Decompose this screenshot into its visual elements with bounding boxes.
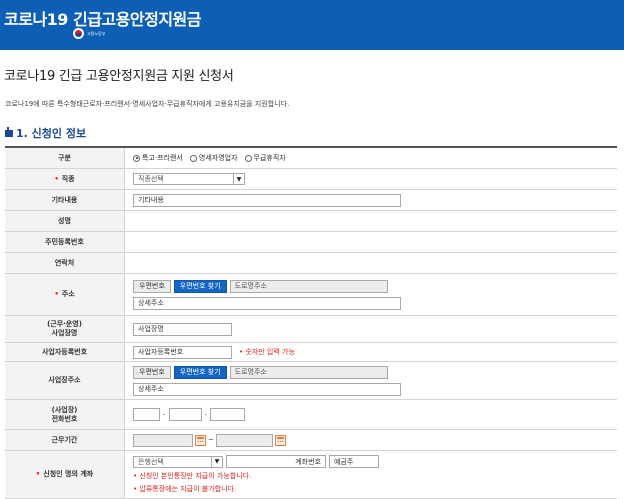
type-radio-group: 특고·프리랜서 영세자영업자 무급휴직자 bbox=[133, 153, 609, 163]
account-label: • 신청인 명의 계좌 bbox=[5, 451, 125, 498]
phone-part1-input[interactable] bbox=[133, 408, 160, 421]
section-title: 1. 신청인 정보 bbox=[16, 127, 87, 140]
type-radio-self-employed[interactable]: 영세자영업자 bbox=[189, 153, 238, 163]
ministry-logo: 고용노동부 bbox=[73, 28, 105, 39]
workplace-name-label: (근무·운영) 사업장명 bbox=[5, 316, 125, 342]
top-banner: 코로나19 긴급고용안정지원금 고용노동부 bbox=[0, 0, 624, 50]
name-label: 성명 bbox=[5, 211, 125, 231]
work-period-start-input[interactable] bbox=[133, 433, 193, 447]
radio-unchecked-icon bbox=[244, 154, 252, 162]
other-input[interactable]: 기타내용 bbox=[133, 193, 401, 207]
workplace-find-postcode-button[interactable]: 우편번호 찾기 bbox=[173, 365, 227, 379]
row-workplace-name: (근무·운영) 사업장명 사업장명 bbox=[5, 316, 617, 343]
type-radio-unpaid-leave[interactable]: 무급휴직자 bbox=[244, 153, 286, 163]
account-number-input[interactable]: 계좌번호 bbox=[226, 455, 326, 468]
banner-title: 코로나19 긴급고용안정지원금 bbox=[4, 10, 201, 29]
row-rrn: 주민등록번호 bbox=[5, 232, 617, 253]
row-work-period: 근무기간 ~ bbox=[5, 430, 617, 451]
address-find-postcode-button[interactable]: 우편번호 찾기 bbox=[173, 279, 227, 293]
address-postcode-field[interactable]: 우편번호 bbox=[133, 279, 171, 293]
other-label: 기타내용 bbox=[5, 190, 125, 210]
row-name: 성명 bbox=[5, 211, 617, 232]
ministry-name: 고용노동부 bbox=[87, 30, 106, 36]
workplace-phone-label: (사업장) 전화번호 bbox=[5, 400, 125, 429]
biz-number-label: 사업자등록번호 bbox=[5, 343, 125, 361]
account-holder-input[interactable]: 예금주 bbox=[329, 455, 379, 468]
bank-select[interactable]: 은행선택 ▼ bbox=[133, 455, 223, 468]
type-radio-freelancer[interactable]: 특고·프리랜서 bbox=[133, 153, 183, 163]
row-biz-number: 사업자등록번호 사업자등록번호 • 숫자만 입력 가능 bbox=[5, 343, 617, 362]
workplace-detail-input[interactable]: 상세주소 bbox=[133, 382, 401, 396]
workplace-road-field[interactable]: 도로명주소 bbox=[229, 365, 388, 379]
taegeuk-emblem-icon bbox=[73, 28, 84, 39]
chevron-down-icon: ▼ bbox=[211, 456, 222, 467]
section-heading: 1. 신청인 정보 bbox=[5, 125, 86, 141]
row-address: • 주소 우편번호 우편번호 찾기 도로명주소 상세주소 bbox=[5, 274, 617, 316]
work-period-label: 근무기간 bbox=[5, 430, 125, 450]
row-account: • 신청인 명의 계좌 은행선택 ▼ 계좌번호 예금주 • 신청인 본인통장만 지… bbox=[5, 451, 617, 499]
account-notice-own: • 신청인 본인통장만 지급이 가능합니다. bbox=[133, 472, 252, 480]
workplace-postcode-field[interactable]: 우편번호 bbox=[133, 365, 171, 379]
biz-number-hint: • 숫자만 입력 가능 bbox=[239, 348, 295, 356]
job-select[interactable]: 직종선택 ▼ bbox=[133, 173, 245, 185]
job-label: • 직종 bbox=[5, 169, 125, 189]
workplace-name-input[interactable]: 사업장명 bbox=[133, 322, 232, 336]
address-label: • 주소 bbox=[5, 274, 125, 315]
calendar-icon[interactable] bbox=[195, 434, 206, 446]
page-intro: 코로나19에 따른 특수형태근로자·프리랜서·영세사업자·무급휴직자에게 고용유… bbox=[5, 100, 290, 108]
section-bullet-icon bbox=[5, 126, 13, 137]
calendar-icon[interactable] bbox=[274, 434, 286, 446]
phone-part2-input[interactable] bbox=[168, 408, 202, 421]
radio-checked-icon bbox=[133, 154, 140, 162]
row-type: 구분 특고·프리랜서 영세자영업자 무급휴직자 bbox=[5, 148, 617, 169]
row-workplace-phone: (사업장) 전화번호 - - bbox=[5, 400, 617, 430]
contact-label: 연락처 bbox=[5, 253, 125, 273]
chevron-down-icon: ▼ bbox=[233, 174, 244, 184]
address-detail-input[interactable]: 상세주소 bbox=[133, 296, 401, 310]
workplace-address-label: 사업장주소 bbox=[5, 362, 125, 399]
account-notice-seized: • 압류통장에는 지급이 불가합니다. bbox=[133, 485, 237, 493]
applicant-form: 구분 특고·프리랜서 영세자영업자 무급휴직자 • 직종 직종선택 ▼ 기타내용… bbox=[5, 146, 617, 499]
contact-value bbox=[125, 253, 617, 273]
name-value bbox=[125, 211, 617, 231]
type-label: 구분 bbox=[5, 148, 125, 168]
biz-number-input[interactable]: 사업자등록번호 bbox=[133, 345, 232, 359]
rrn-value bbox=[125, 232, 617, 252]
row-workplace-address: 사업장주소 우편번호 우편번호 찾기 도로명주소 상세주소 bbox=[5, 362, 617, 400]
radio-unchecked-icon bbox=[189, 154, 197, 162]
address-road-field[interactable]: 도로명주소 bbox=[229, 279, 388, 293]
phone-part3-input[interactable] bbox=[210, 408, 246, 421]
row-contact: 연락처 bbox=[5, 253, 617, 274]
row-job: • 직종 직종선택 ▼ bbox=[5, 169, 617, 190]
rrn-label: 주민등록번호 bbox=[5, 232, 125, 252]
work-period-end-input[interactable] bbox=[215, 433, 273, 447]
row-other: 기타내용 기타내용 bbox=[5, 190, 617, 211]
page-title: 코로나19 긴급 고용안정지원금 지원 신청서 bbox=[4, 69, 234, 84]
